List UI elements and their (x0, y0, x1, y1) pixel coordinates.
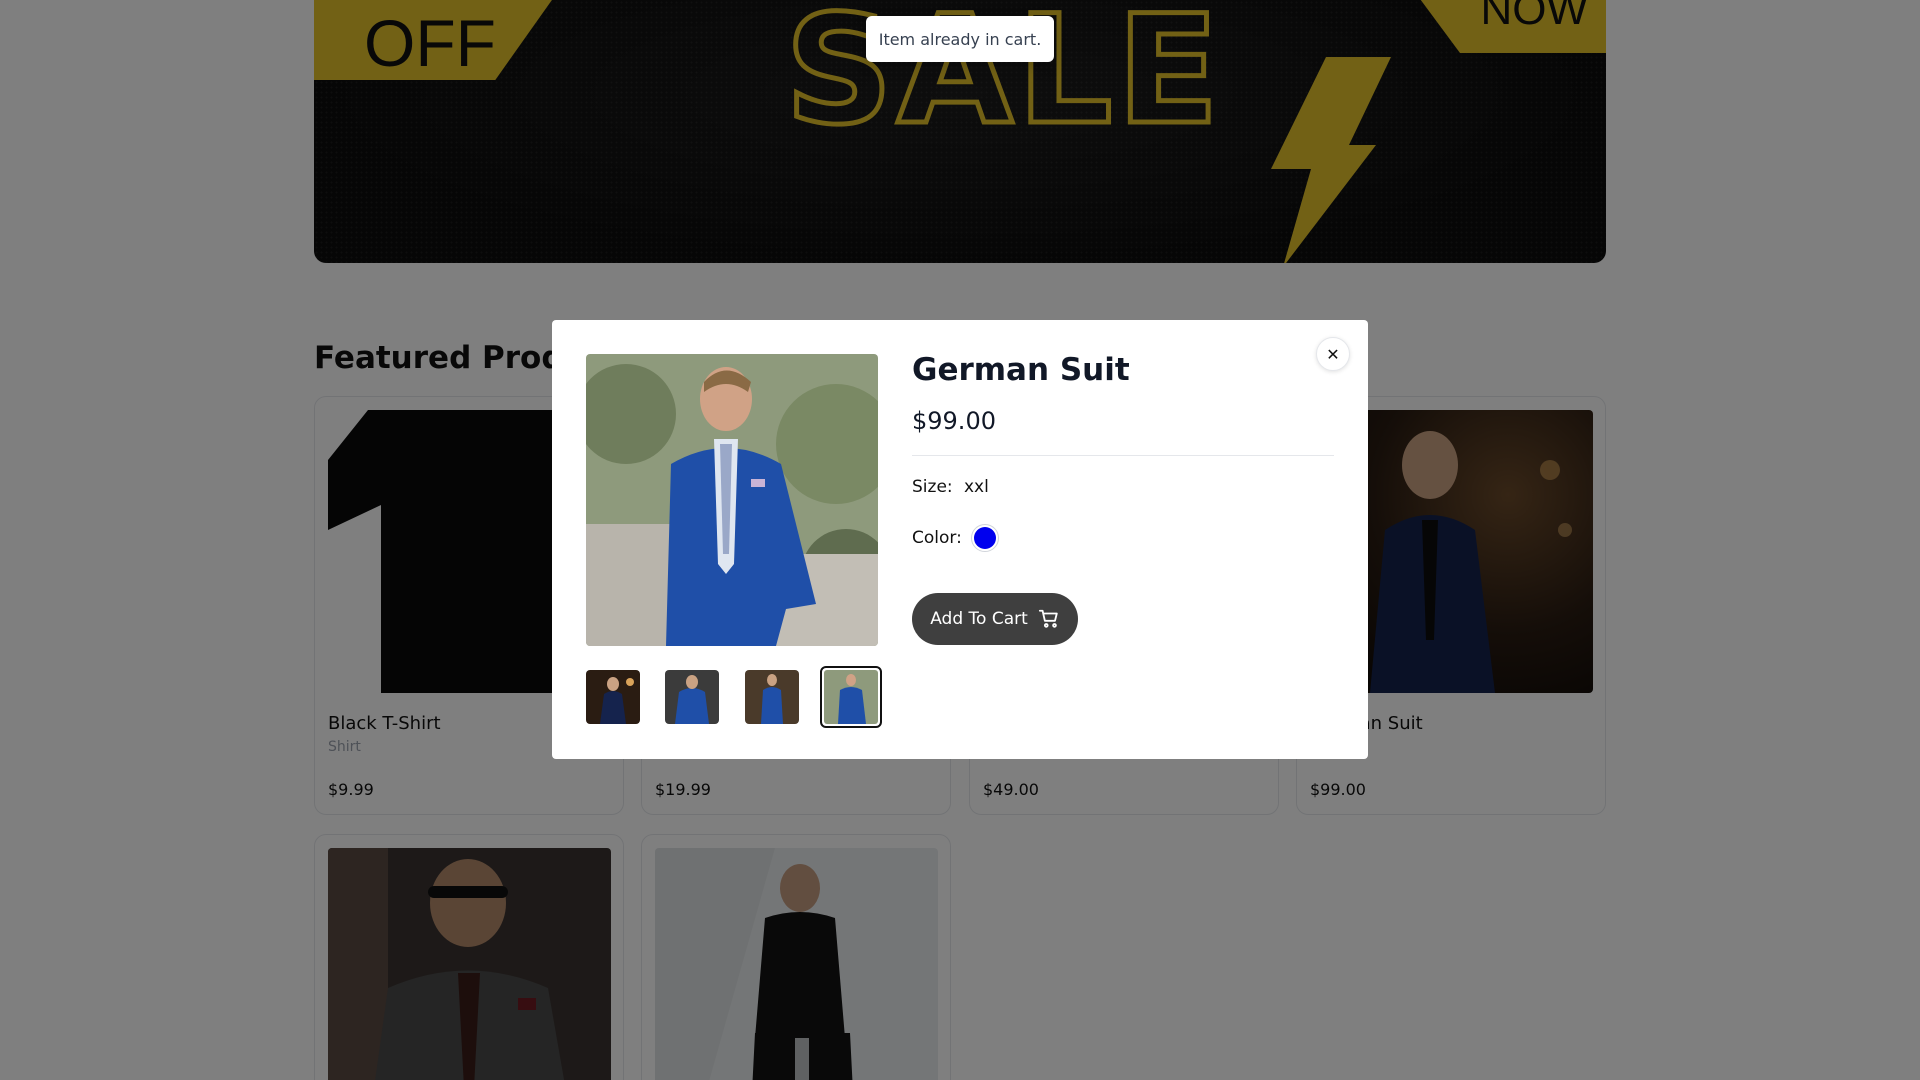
size-label: Size: (912, 477, 953, 497)
add-to-cart-label: Add To Cart (930, 609, 1028, 629)
product-quick-view-modal: ✕ German Suit $99.00 Size: xxl Color: Ad… (552, 320, 1368, 759)
color-swatch[interactable] (971, 524, 999, 552)
close-button[interactable]: ✕ (1316, 337, 1350, 371)
thumbnail-image-4-selected[interactable] (820, 666, 882, 728)
toast-notification: Item already in cart. (866, 16, 1054, 62)
thumbnail-image-2[interactable] (665, 670, 719, 724)
storefront-page: 50% OFF NOW SALE Featured Products Black… (0, 0, 1920, 1080)
color-swatch-dot (974, 527, 996, 549)
product-title: German Suit (912, 352, 1130, 388)
color-label: Color: (912, 528, 962, 548)
size-value: xxl (964, 477, 989, 497)
thumbnail-image-1[interactable] (586, 670, 640, 724)
product-price: $99.00 (912, 407, 996, 435)
shopping-cart-icon (1038, 609, 1058, 628)
add-to-cart-button[interactable]: Add To Cart (912, 593, 1078, 645)
divider (912, 455, 1334, 456)
thumbnail-image-3[interactable] (745, 670, 799, 724)
product-main-image (586, 354, 878, 646)
close-icon: ✕ (1326, 344, 1340, 364)
